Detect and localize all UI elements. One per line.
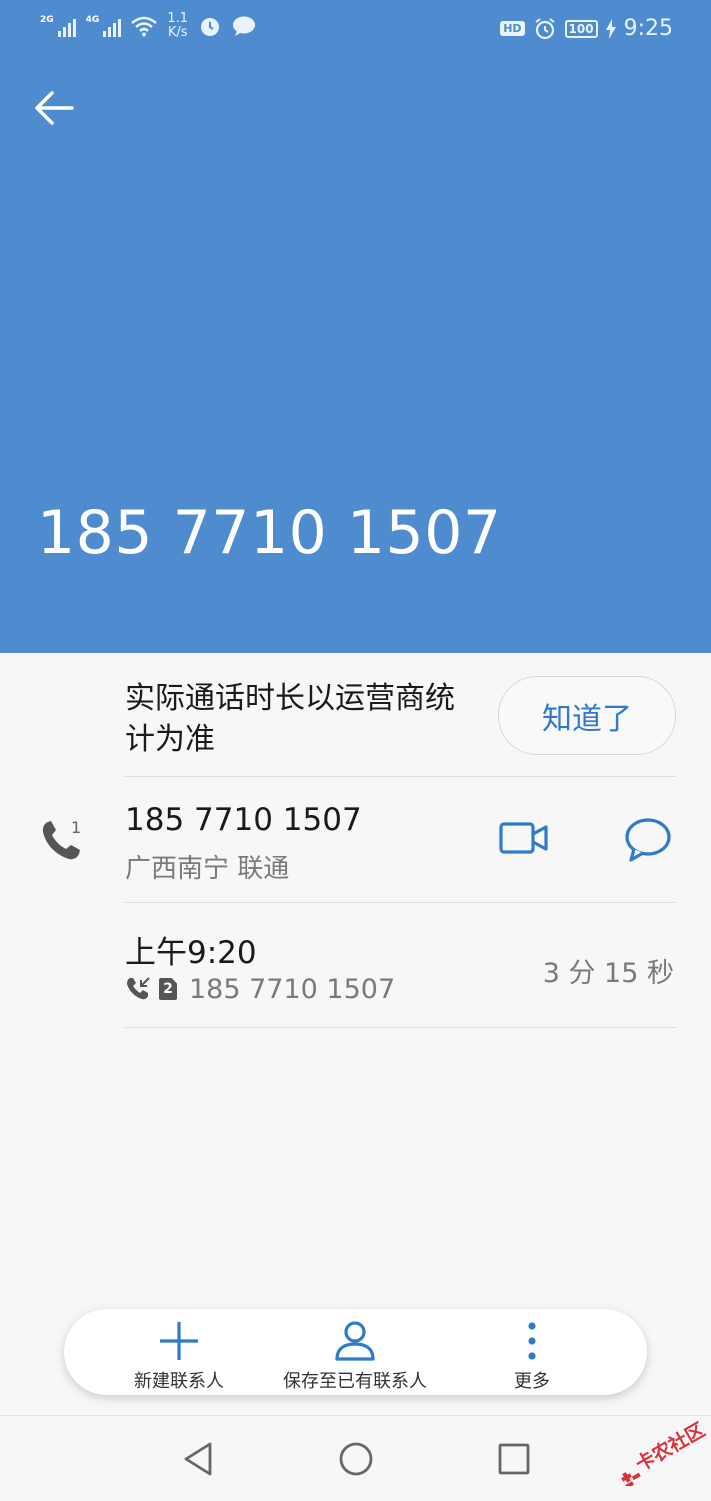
- wifi-icon: [131, 16, 158, 37]
- sim-index: 1: [71, 818, 82, 837]
- divider: [125, 776, 676, 777]
- nav-recents-icon[interactable]: [496, 1440, 532, 1478]
- number-location: 广西南宁 联通: [125, 854, 290, 884]
- divider: [125, 1027, 676, 1028]
- new-contact-label: 新建联系人: [134, 1371, 224, 1392]
- message-icon[interactable]: [624, 817, 672, 863]
- nav-home-icon[interactable]: [337, 1440, 375, 1478]
- contact-number[interactable]: 185 7710 1507: [125, 802, 362, 838]
- battery-icon: 100: [564, 19, 598, 38]
- charging-icon: [605, 18, 616, 39]
- call-time: 上午9:20: [125, 935, 257, 971]
- status-bar: 2G 4G 1.1 K/s HD 100 9:25: [0, 0, 711, 60]
- divider: [125, 902, 676, 903]
- duration-notice-text: 实际通话时长以运营商统计为准: [125, 681, 455, 757]
- phone-number-title: 185 7710 1507: [37, 498, 502, 568]
- more-vertical-icon: [528, 1322, 536, 1360]
- more-button[interactable]: 更多: [490, 1309, 574, 1395]
- person-icon: [335, 1321, 375, 1361]
- got-it-button[interactable]: 知道了: [498, 676, 676, 755]
- watermark-logo: 卡农社区: [621, 1418, 709, 1486]
- alarm-icon: [534, 17, 555, 39]
- signal-icon: 4G: [86, 15, 122, 37]
- network-type-2: 4G: [85, 15, 100, 25]
- speed-unit: K/s: [167, 25, 188, 40]
- chat-icon: [233, 16, 255, 36]
- new-contact-button[interactable]: 新建联系人: [106, 1309, 252, 1395]
- save-to-existing-contact-label: 保存至已有联系人: [283, 1371, 427, 1392]
- nav-back-icon[interactable]: [180, 1440, 216, 1478]
- call-log-detail: 2 185 7710 1507: [125, 972, 395, 1006]
- clock: 9:25: [623, 16, 673, 41]
- sim-badge: 2: [159, 978, 177, 1000]
- alarm-icon: [201, 18, 219, 36]
- incoming-call-icon: [127, 977, 150, 1000]
- save-to-existing-contact-button[interactable]: 保存至已有联系人: [270, 1309, 440, 1395]
- network-type-1: 2G: [40, 15, 54, 25]
- call-duration: 3 分 15 秒: [542, 958, 674, 989]
- header: 2G 4G 1.1 K/s HD 100 9:25 185 7710 1507: [0, 0, 711, 653]
- hd-badge: HD: [500, 21, 525, 36]
- back-arrow-icon[interactable]: [30, 84, 78, 132]
- action-bar: 新建联系人 保存至已有联系人 更多: [64, 1309, 647, 1395]
- plus-icon: [160, 1322, 198, 1360]
- network-speed: 1.1 K/s: [167, 12, 188, 40]
- more-label: 更多: [514, 1371, 550, 1392]
- speed-value: 1.1: [167, 11, 188, 26]
- navigation-bar: [0, 1415, 711, 1501]
- watermark-text: 卡农社区: [631, 1418, 708, 1476]
- video-call-icon[interactable]: [499, 820, 549, 856]
- signal-icon: 2G: [40, 15, 76, 37]
- call-log-number: 185 7710 1507: [189, 973, 396, 1005]
